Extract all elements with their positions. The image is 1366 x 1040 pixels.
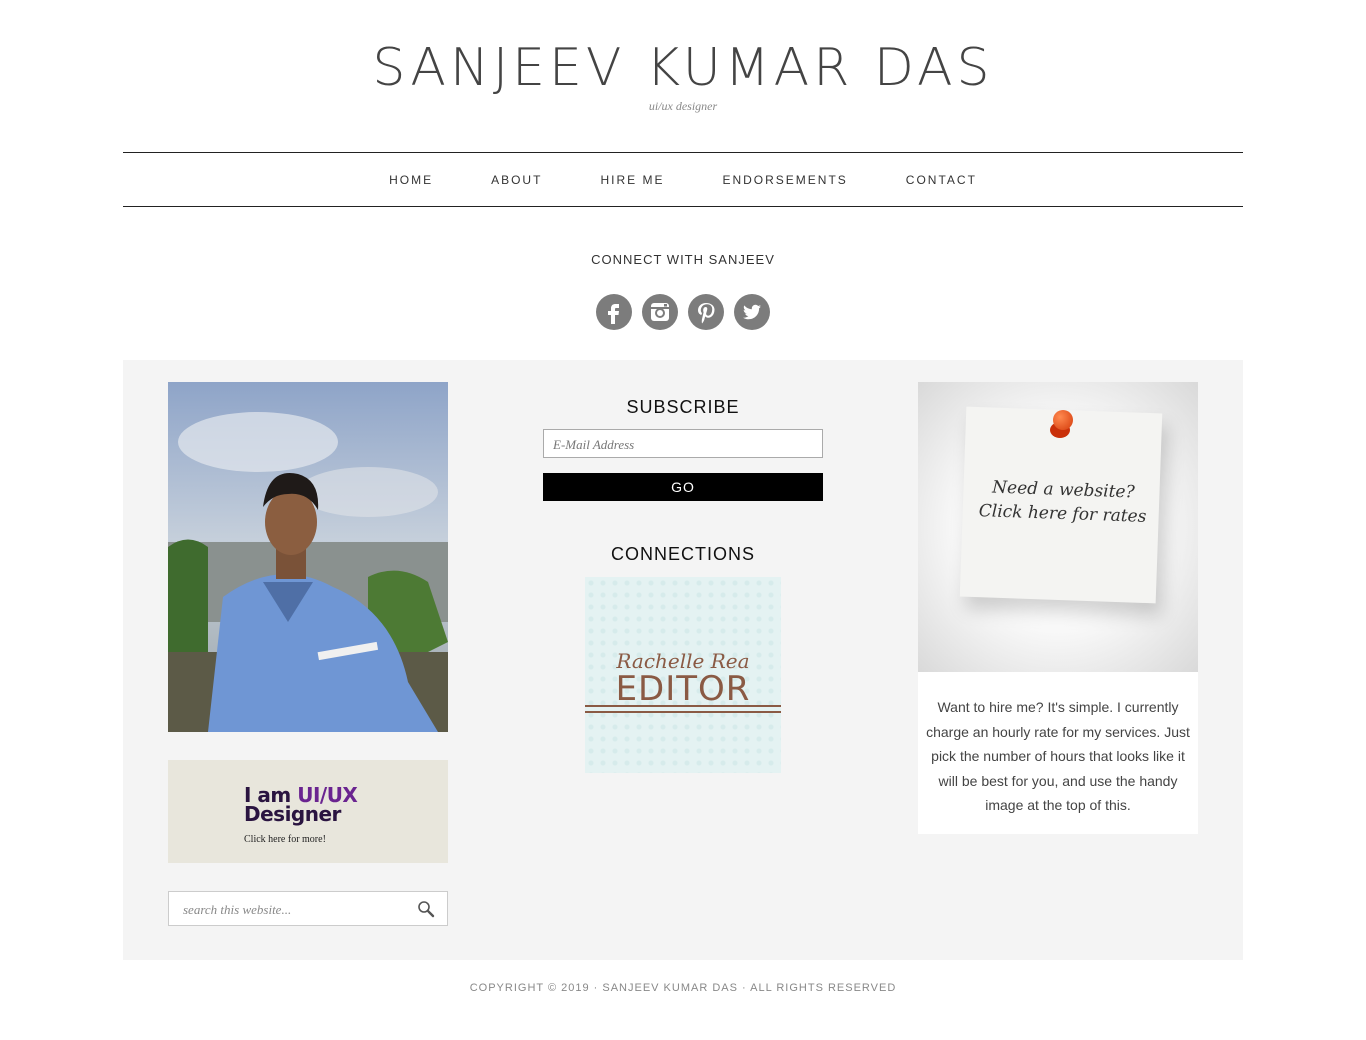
site-title[interactable]: SANJEEV KUMAR DAS: [0, 38, 1366, 98]
badge-editor-text: EDITOR: [615, 669, 751, 709]
banner-heading-line-2: Designer: [244, 802, 341, 826]
uiux-designer-banner[interactable]: I am UI/UX Designer Click here for more!: [168, 760, 448, 863]
connections-title: CONNECTIONS: [610, 544, 755, 564]
badge-divider: [585, 711, 781, 713]
email-field-wrap: [543, 429, 823, 459]
nav-contact[interactable]: CONTACT: [906, 173, 977, 187]
subscribe-go-button[interactable]: GO: [543, 473, 823, 501]
profile-photo[interactable]: [168, 382, 448, 732]
main-nav: HOME ABOUT HIRE ME ENDORSEMENTS CONTACT: [123, 152, 1243, 207]
twitter-icon[interactable]: [734, 294, 770, 330]
connect-title: CONNECT WITH SANJEEV: [591, 252, 775, 267]
nav-endorsements[interactable]: ENDORSEMENTS: [722, 173, 847, 187]
search-form: [168, 891, 448, 927]
rachelle-rea-editor-badge[interactable]: Rachelle Rea EDITOR: [585, 577, 781, 773]
banner-subtext: Click here for more!: [244, 834, 326, 845]
pinterest-icon[interactable]: [688, 294, 724, 330]
social-icons: [0, 294, 1366, 330]
nav-home[interactable]: HOME: [389, 173, 433, 187]
hire-me-note-image[interactable]: Need a website? Click here for rates: [918, 382, 1198, 672]
footer-copyright: COPYRIGHT © 2019 · SANJEEV KUMAR DAS · A…: [469, 982, 897, 994]
widget-area: I am UI/UX Designer Click here for more!…: [123, 360, 1243, 960]
badge-divider: [585, 705, 781, 707]
site-description: ui/ux designer: [648, 99, 718, 113]
search-icon[interactable]: [417, 900, 435, 923]
pushpin-icon: [1053, 410, 1073, 430]
banner-heading: I am UI/UX Designer: [244, 785, 358, 826]
search-input[interactable]: [181, 892, 405, 927]
instagram-icon[interactable]: [642, 294, 678, 330]
note-text: Need a website? Click here for rates: [978, 477, 1147, 527]
subscribe-title: SUBSCRIBE: [626, 397, 740, 417]
nav-about[interactable]: ABOUT: [491, 173, 542, 187]
hire-me-text: Want to hire me? It's simple. I currentl…: [926, 699, 1190, 813]
email-field[interactable]: [551, 430, 815, 459]
nav-hire-me[interactable]: HIRE ME: [600, 173, 664, 187]
hire-me-widget: Need a website? Click here for rates Wan…: [918, 382, 1198, 834]
facebook-icon[interactable]: [596, 294, 632, 330]
